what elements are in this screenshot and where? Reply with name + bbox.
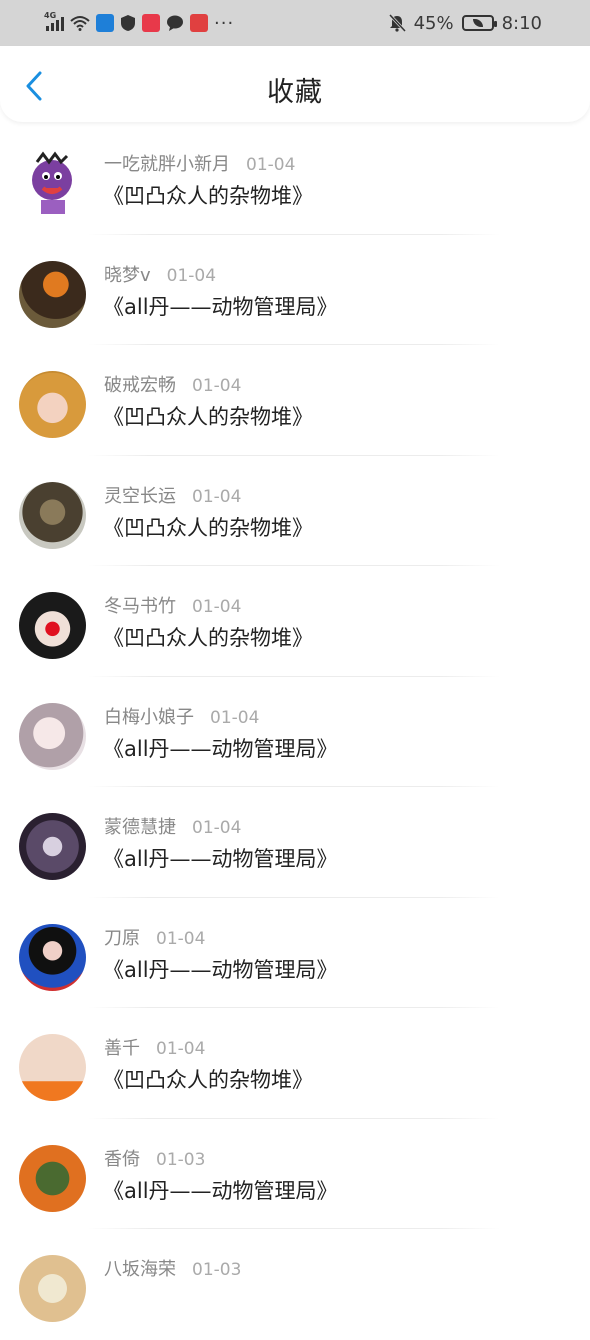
item-meta: 白梅小娘子 01-04 xyxy=(104,703,259,729)
status-icons-left: 4G ··· xyxy=(44,11,235,35)
date: 01-04 xyxy=(192,376,242,396)
favorite-title[interactable]: 《凹凸众人的杂物堆》 xyxy=(103,1064,313,1094)
username[interactable]: 灵空长运 xyxy=(104,482,176,508)
username[interactable]: 八坂海荣 xyxy=(104,1255,176,1281)
list-item[interactable]: 善千 01-04 《凹凸众人的杂物堆》 xyxy=(0,1008,590,1119)
avatar[interactable] xyxy=(19,702,86,770)
app-notification-icon xyxy=(142,14,160,32)
chat-bubble-icon xyxy=(167,15,183,31)
item-meta: 破戒宏畅 01-04 xyxy=(104,371,241,397)
favorite-title[interactable]: 《凹凸众人的杂物堆》 xyxy=(103,622,313,652)
status-bar: 4G ··· 45% 8:10 xyxy=(0,0,590,46)
avatar[interactable] xyxy=(19,150,86,217)
favorite-title[interactable]: 《all丹——动物管理局》 xyxy=(103,1175,338,1205)
username[interactable]: 刀原 xyxy=(104,924,140,950)
date: 01-04 xyxy=(156,928,206,949)
clock: 8:10 xyxy=(501,12,542,34)
username[interactable]: 善千 xyxy=(104,1034,140,1060)
item-meta: 灵空长运 01-04 xyxy=(104,482,241,508)
avatar[interactable] xyxy=(19,481,86,549)
shield-icon xyxy=(121,15,135,31)
avatar[interactable] xyxy=(19,813,86,880)
page-title: 收藏 xyxy=(267,77,323,108)
avatar[interactable] xyxy=(19,923,86,991)
wifi-icon xyxy=(70,16,90,31)
date: 01-04 xyxy=(210,707,260,728)
bluetooth-app-icon xyxy=(96,14,114,32)
favorites-list: 一吃就胖小新月 01-04 《凹凸众人的杂物堆》 晓梦v 01-04 《all丹… xyxy=(0,124,590,1340)
top-nav-bar: 收藏 xyxy=(0,46,590,122)
username[interactable]: 破戒宏畅 xyxy=(104,371,176,397)
item-meta: 香倚 01-03 xyxy=(104,1145,205,1171)
username[interactable]: 蒙德慧捷 xyxy=(104,813,176,839)
list-item[interactable]: 香倚 01-03 《all丹——动物管理局》 xyxy=(0,1119,590,1229)
list-item[interactable]: 蒙德慧捷 01-04 《all丹——动物管理局》 xyxy=(0,787,590,898)
list-item[interactable]: 刀原 01-04 《all丹——动物管理局》 xyxy=(0,898,590,1008)
item-meta: 八坂海荣 01-03 xyxy=(104,1255,241,1281)
username[interactable]: 晓梦v xyxy=(104,261,151,287)
avatar[interactable] xyxy=(19,1255,86,1322)
date: 01-04 xyxy=(192,486,242,507)
list-item[interactable]: 白梅小娘子 01-04 《all丹——动物管理局》 xyxy=(0,677,590,787)
list-item[interactable]: 一吃就胖小新月 01-04 《凹凸众人的杂物堆》 xyxy=(0,124,590,235)
network-type: 4G xyxy=(44,11,57,20)
username[interactable]: 白梅小娘子 xyxy=(104,703,194,729)
item-meta: 晓梦v 01-04 xyxy=(104,261,216,287)
date: 01-04 xyxy=(192,818,242,838)
favorite-title[interactable]: 《凹凸众人的杂物堆》 xyxy=(103,512,313,542)
list-item[interactable]: 八坂海荣 01-03 xyxy=(0,1229,590,1340)
battery-icon xyxy=(461,15,497,31)
date: 01-04 xyxy=(156,1039,206,1059)
battery-percent: 45% xyxy=(413,12,454,34)
date: 01-03 xyxy=(192,1260,242,1280)
item-meta: 蒙德慧捷 01-04 xyxy=(104,813,241,839)
avatar[interactable] xyxy=(19,592,86,659)
mute-bell-icon xyxy=(388,14,406,32)
username[interactable]: 一吃就胖小新月 xyxy=(104,150,230,176)
favorite-title[interactable]: 《all丹——动物管理局》 xyxy=(103,954,338,984)
username[interactable]: 香倚 xyxy=(104,1145,140,1171)
item-meta: 刀原 01-04 xyxy=(104,924,205,950)
cellular-signal-icon: 4G xyxy=(44,11,64,31)
avatar[interactable] xyxy=(19,1034,86,1101)
date: 01-04 xyxy=(166,265,217,286)
date: 01-04 xyxy=(246,155,296,175)
list-item[interactable]: 晓梦v 01-04 《all丹——动物管理局》 xyxy=(0,235,590,345)
list-item[interactable]: 冬马书竹 01-04 《凹凸众人的杂物堆》 xyxy=(0,566,590,677)
favorite-title[interactable]: 《凹凸众人的杂物堆》 xyxy=(103,401,313,431)
list-item[interactable]: 灵空长运 01-04 《凹凸众人的杂物堆》 xyxy=(0,456,590,566)
avatar[interactable] xyxy=(19,371,86,438)
status-icons-right: 45% 8:10 xyxy=(388,11,542,35)
item-meta: 冬马书竹 01-04 xyxy=(104,592,241,618)
date: 01-03 xyxy=(156,1149,206,1170)
news-app-icon xyxy=(190,14,208,32)
more-notifications-icon: ··· xyxy=(214,12,235,34)
username[interactable]: 冬马书竹 xyxy=(104,592,176,618)
item-meta: 一吃就胖小新月 01-04 xyxy=(104,150,295,176)
favorite-title[interactable]: 《all丹——动物管理局》 xyxy=(103,733,338,763)
favorite-title[interactable]: 《凹凸众人的杂物堆》 xyxy=(103,180,313,210)
date: 01-04 xyxy=(192,597,242,617)
list-item[interactable]: 破戒宏畅 01-04 《凹凸众人的杂物堆》 xyxy=(0,345,590,456)
avatar[interactable] xyxy=(19,1144,86,1212)
avatar[interactable] xyxy=(19,260,86,328)
item-meta: 善千 01-04 xyxy=(104,1034,205,1060)
favorite-title[interactable]: 《all丹——动物管理局》 xyxy=(103,843,338,873)
favorite-title[interactable]: 《all丹——动物管理局》 xyxy=(103,291,338,321)
